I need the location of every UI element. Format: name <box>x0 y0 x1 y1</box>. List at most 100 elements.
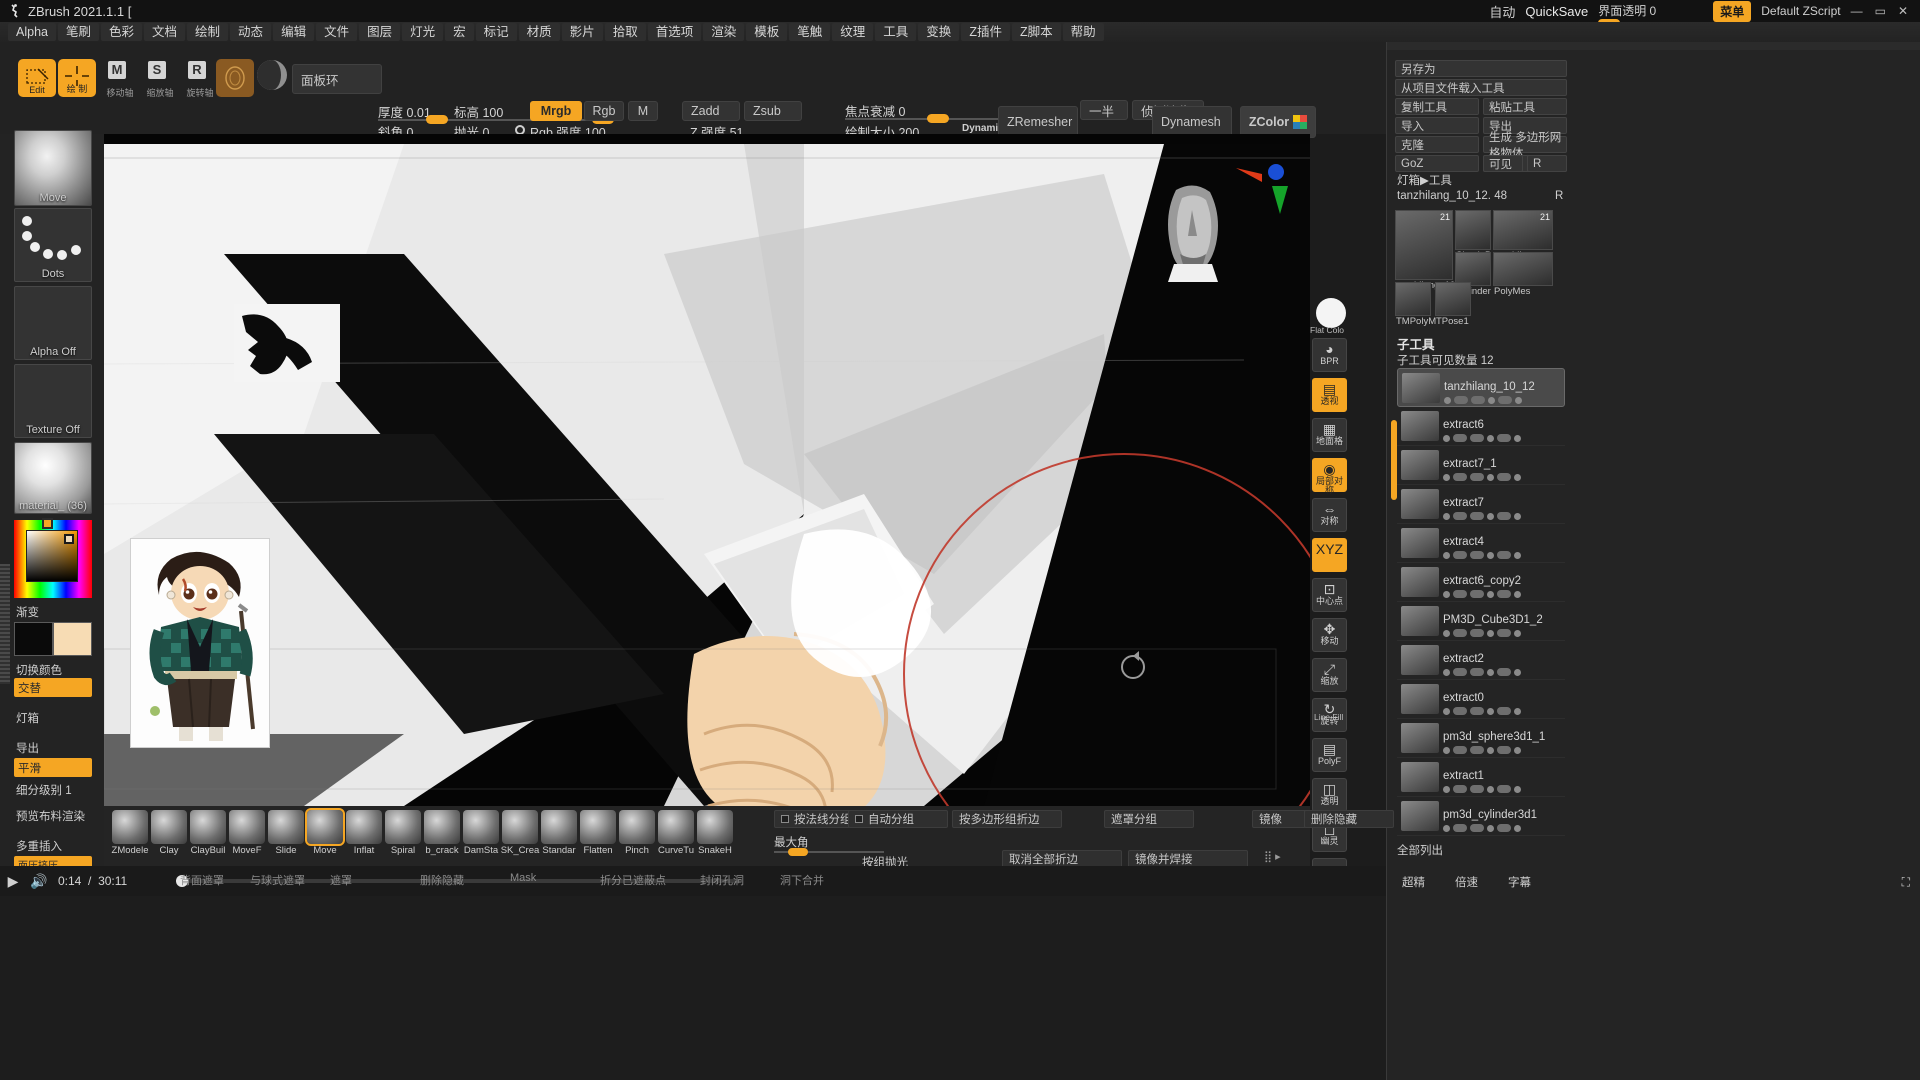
brush-Clay[interactable]: Clay <box>149 810 189 856</box>
subtool-toggle-c-icon[interactable] <box>1487 551 1494 559</box>
viewport-tool-symmetry[interactable]: ⇔ 对称 <box>1312 498 1347 532</box>
subtool-toggles[interactable] <box>1443 785 1521 793</box>
subtool-toggles[interactable] <box>1443 473 1521 481</box>
reference-image[interactable] <box>130 538 270 748</box>
subtool-toggle-eye-icon[interactable] <box>1444 396 1451 404</box>
subtool-toggle-a-icon[interactable] <box>1454 396 1468 404</box>
menu-item-15[interactable]: 首选项 <box>647 23 702 41</box>
left-scrollbar[interactable] <box>0 564 10 684</box>
rgb-button[interactable]: Rgb <box>584 101 624 121</box>
axis-gizmo-icon[interactable] <box>1232 160 1292 220</box>
subtool-visibility-icon[interactable] <box>1514 473 1521 481</box>
menu-item-18[interactable]: 笔触 <box>789 23 831 41</box>
subtool-toggle-d-icon[interactable] <box>1497 785 1511 793</box>
subtool-toggle-d-icon[interactable] <box>1497 824 1511 832</box>
menu-item-2[interactable]: 色彩 <box>101 23 143 41</box>
half-button[interactable]: 一半 <box>1080 100 1128 120</box>
brush-Inflat[interactable]: Inflat <box>344 810 384 856</box>
brush-b_crack[interactable]: b_crack <box>422 810 462 856</box>
subtool-toggle-b-icon[interactable] <box>1470 824 1484 832</box>
subtool-toggle-eye-icon[interactable] <box>1443 551 1450 559</box>
minimize-icon[interactable]: — <box>1851 4 1863 18</box>
subtool-toggle-a-icon[interactable] <box>1453 629 1467 637</box>
current-alpha-thumbnail[interactable]: Alpha Off <box>14 286 92 360</box>
menu-item-0[interactable]: Alpha <box>8 23 56 41</box>
subtool-toggle-c-icon[interactable] <box>1487 512 1494 520</box>
subtool-toggles[interactable] <box>1443 824 1521 832</box>
alpha-thumbnail-button[interactable] <box>216 59 254 97</box>
edit-mode-button[interactable]: Edit <box>18 59 56 97</box>
subtool-toggle-eye-icon[interactable] <box>1443 590 1450 598</box>
subtool-toggle-d-icon[interactable] <box>1497 551 1511 559</box>
subtool-toggle-eye-icon[interactable] <box>1443 824 1450 832</box>
subtool-toggle-b-icon[interactable] <box>1470 551 1484 559</box>
m-button[interactable]: M <box>628 101 658 121</box>
material-sphere-icon[interactable] <box>255 58 295 98</box>
viewport-tool-floor[interactable]: ▦ 地面格 <box>1312 418 1347 452</box>
brush-Slide[interactable]: Slide <box>266 810 306 856</box>
rotate-axis-button[interactable]: R 旋转轴 <box>180 59 220 99</box>
current-material-thumbnail[interactable]: material_ (36) <box>14 442 92 514</box>
checkbox-icon[interactable] <box>855 815 863 823</box>
tool-action-0-left[interactable]: 另存为 <box>1395 60 1567 77</box>
subtool-toggle-c-icon[interactable] <box>1487 746 1494 754</box>
subtool-row[interactable]: extract2 <box>1397 641 1565 680</box>
subtool-toggle-a-icon[interactable] <box>1453 785 1467 793</box>
subtool-toggle-b-icon[interactable] <box>1471 396 1485 404</box>
bottom-right-item-0[interactable]: 超精 <box>1396 872 1431 892</box>
max-angle-knob[interactable] <box>788 848 808 856</box>
subtool-toggle-d-icon[interactable] <box>1497 668 1511 676</box>
brush-Move[interactable]: Move <box>305 808 345 856</box>
subtool-toggle-b-icon[interactable] <box>1470 512 1484 520</box>
brush-MoveElastic[interactable]: MoveF <box>227 810 267 856</box>
subtool-row[interactable]: extract6 <box>1397 407 1565 446</box>
zadd-button[interactable]: Zadd <box>682 101 740 121</box>
tool-action-2-left[interactable]: 复制工具 <box>1395 98 1479 115</box>
subtool-toggle-d-icon[interactable] <box>1498 396 1512 404</box>
subtool-toggle-eye-icon[interactable] <box>1443 746 1450 754</box>
subtool-toggles[interactable] <box>1443 668 1521 676</box>
menu-item-10[interactable]: 宏 <box>445 23 474 41</box>
subtool-toggle-c-icon[interactable] <box>1487 590 1494 598</box>
ui-transparency-slider[interactable]: 界面透明 0 <box>1598 2 1704 27</box>
menu-item-20[interactable]: 工具 <box>875 23 917 41</box>
brushbar-option-5[interactable]: 删除隐藏 <box>1304 810 1394 828</box>
subtool-toggle-b-icon[interactable] <box>1470 668 1484 676</box>
subtool-visibility-icon[interactable] <box>1514 434 1521 442</box>
subtool-toggles[interactable] <box>1443 590 1521 598</box>
menu-item-22[interactable]: Z插件 <box>961 23 1010 41</box>
subtool-toggle-eye-icon[interactable] <box>1443 434 1450 442</box>
checkbox-icon[interactable] <box>781 815 789 823</box>
subtool-visibility-icon[interactable] <box>1514 668 1521 676</box>
secondary-color-swatch[interactable] <box>53 622 92 656</box>
subtool-toggle-d-icon[interactable] <box>1497 512 1511 520</box>
menu-item-21[interactable]: 变换 <box>918 23 960 41</box>
current-tool-r-label[interactable]: R <box>1555 190 1563 202</box>
subtool-scrollbar[interactable] <box>1391 420 1397 500</box>
menu-item-6[interactable]: 编辑 <box>273 23 315 41</box>
subtool-toggle-a-icon[interactable] <box>1453 473 1467 481</box>
subtool-visibility-icon[interactable] <box>1514 512 1521 520</box>
menu-item-16[interactable]: 渲染 <box>703 23 745 41</box>
subtool-visibility-icon[interactable] <box>1514 590 1521 598</box>
auto-label[interactable]: 自动 <box>1489 2 1515 21</box>
tool-tile-4[interactable]: PolyMes <box>1493 252 1553 297</box>
subtool-visibility-icon[interactable] <box>1514 629 1521 637</box>
panel-loops-button[interactable]: 面板环 <box>292 64 382 94</box>
subtool-toggle-d-icon[interactable] <box>1497 746 1511 754</box>
subtool-toggle-eye-icon[interactable] <box>1443 785 1450 793</box>
subtool-toggle-d-icon[interactable] <box>1497 629 1511 637</box>
subtool-toggles[interactable] <box>1443 434 1521 442</box>
tool-action-5-third[interactable]: 可见 <box>1483 155 1523 172</box>
brush-Spiral[interactable]: Spiral <box>383 810 423 856</box>
brush-Flatten[interactable]: Flatten <box>578 810 618 856</box>
subtool-toggle-a-icon[interactable] <box>1453 746 1467 754</box>
subdiv-label[interactable]: 细分级别 1 <box>16 782 72 798</box>
menu-item-1[interactable]: 笔刷 <box>57 23 99 41</box>
alternate-button[interactable]: 交替 <box>14 678 92 697</box>
viewport-canvas[interactable] <box>104 134 1310 806</box>
viewport-tool-move[interactable]: ✥ 移动 <box>1312 618 1347 652</box>
subtool-toggle-d-icon[interactable] <box>1497 590 1511 598</box>
menu-item-9[interactable]: 灯光 <box>402 23 444 41</box>
tool-tile-6[interactable]: TPose1 <box>1435 282 1471 327</box>
